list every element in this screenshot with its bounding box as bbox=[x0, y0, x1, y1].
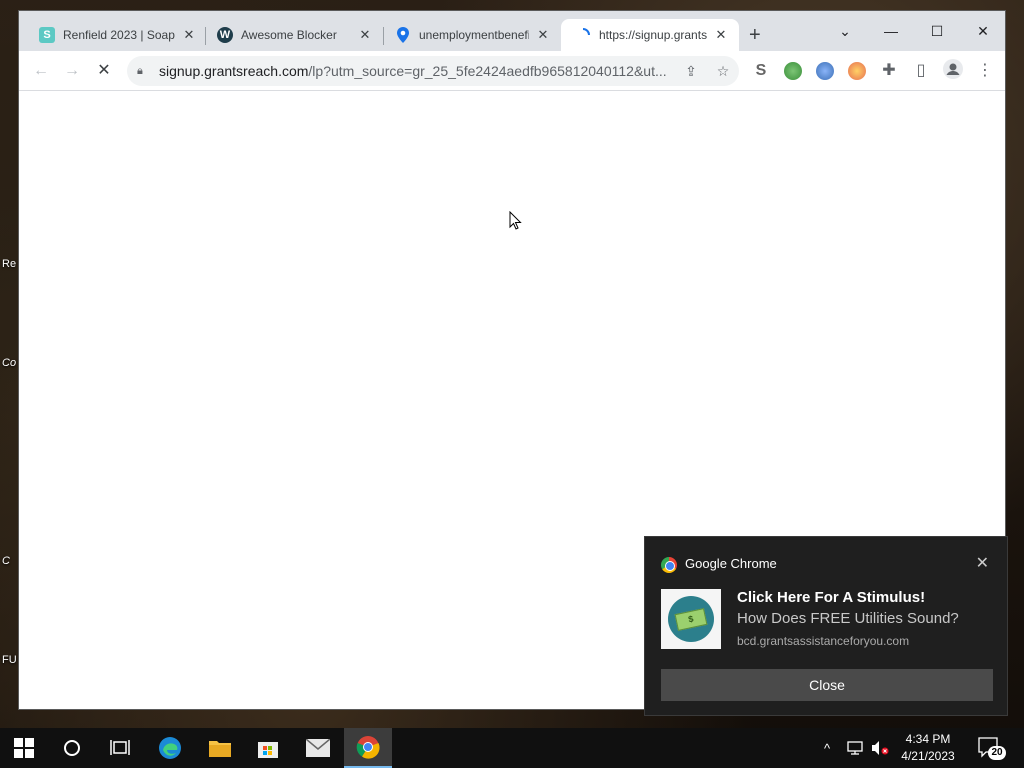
extensions-puzzle-icon[interactable]: ✚ bbox=[877, 59, 901, 83]
url-host: signup.grantsreach.com bbox=[159, 63, 309, 79]
profile-avatar-icon[interactable] bbox=[941, 59, 965, 83]
mail-icon[interactable] bbox=[294, 728, 342, 768]
tab-search-icon[interactable]: ⌄ bbox=[829, 17, 861, 45]
money-icon: $ bbox=[668, 596, 714, 642]
desktop-icon-label[interactable]: FU bbox=[2, 654, 17, 666]
tab-title: Awesome Blocker bbox=[241, 28, 337, 42]
url-text[interactable]: signup.grantsreach.com/lp?utm_source=gr_… bbox=[159, 63, 675, 79]
notification-image: $ bbox=[661, 589, 721, 649]
desktop-icon-label[interactable]: Re bbox=[2, 258, 16, 270]
notification-close-button[interactable]: Close bbox=[661, 669, 993, 701]
close-window-button[interactable]: ✕ bbox=[967, 17, 999, 45]
extension-s-icon[interactable]: S bbox=[749, 59, 773, 83]
extension-globe-icon[interactable] bbox=[784, 62, 802, 80]
extension-earth-icon[interactable] bbox=[816, 62, 834, 80]
notification-count-badge: 20 bbox=[991, 747, 1003, 758]
windows-start-icon[interactable] bbox=[0, 728, 48, 768]
show-hidden-icons-icon[interactable]: ^ bbox=[824, 728, 830, 768]
loading-spinner-icon bbox=[575, 27, 591, 43]
notification-source: bcd.grantsassistanceforyou.com bbox=[737, 634, 910, 648]
edge-browser-icon[interactable] bbox=[146, 728, 194, 768]
tab-title: Renfield 2023 | Soap2 bbox=[63, 28, 175, 42]
notification-headline[interactable]: Click Here For A Stimulus! bbox=[737, 589, 925, 606]
close-tab-icon[interactable]: ✕ bbox=[181, 27, 197, 43]
file-explorer-icon[interactable] bbox=[196, 728, 244, 768]
close-tab-icon[interactable]: ✕ bbox=[535, 27, 551, 43]
location-pin-icon bbox=[395, 27, 411, 43]
clock-date: 4/21/2023 bbox=[901, 749, 955, 763]
cortana-search-icon[interactable] bbox=[48, 728, 96, 768]
extension-orange-icon[interactable] bbox=[848, 62, 866, 80]
forward-arrow-icon[interactable]: → bbox=[60, 59, 84, 83]
browser-toolbar: ← → ✕ 🔒︎ signup.grantsreach.com/lp?utm_s… bbox=[19, 51, 1005, 91]
network-icon[interactable] bbox=[846, 728, 864, 768]
share-icon[interactable]: ⇪ bbox=[675, 63, 707, 80]
clock-time: 4:34 PM bbox=[905, 732, 951, 746]
taskbar: ^ 4:34 PM 4/21/2023 20 bbox=[0, 728, 1024, 768]
lock-icon[interactable]: 🔒︎ bbox=[137, 65, 151, 78]
tab-title: https://signup.grants bbox=[599, 28, 707, 42]
chrome-notification[interactable]: Google Chrome ✕ $ Click Here For A Stimu… bbox=[644, 536, 1008, 716]
tab-awesome-blocker[interactable]: W Awesome Blocker ✕ bbox=[203, 19, 383, 51]
maximize-button[interactable]: ☐ bbox=[921, 17, 953, 45]
awesome-blocker-icon: W bbox=[217, 27, 233, 43]
notification-body[interactable]: How Does FREE Utilities Sound? bbox=[737, 610, 959, 627]
tab-strip: S Renfield 2023 | Soap2 ✕ W Awesome Bloc… bbox=[19, 11, 1005, 51]
url-path: /lp?utm_source=gr_25_5fe2424aedfb9658120… bbox=[308, 63, 667, 79]
tab-renfield[interactable]: S Renfield 2023 | Soap2 ✕ bbox=[25, 19, 207, 51]
chrome-taskbar-icon[interactable] bbox=[344, 728, 392, 768]
back-arrow-icon[interactable]: ← bbox=[29, 59, 53, 83]
notification-app-name: Google Chrome bbox=[685, 556, 777, 571]
tab-title: unemploymentbenefi bbox=[419, 28, 529, 42]
chrome-icon bbox=[661, 557, 677, 573]
close-tab-icon[interactable]: ✕ bbox=[357, 27, 373, 43]
side-panel-icon[interactable]: ▯ bbox=[909, 59, 933, 83]
close-tab-icon[interactable]: ✕ bbox=[713, 27, 729, 43]
desktop-icon-label[interactable]: C bbox=[2, 555, 10, 567]
microsoft-store-icon[interactable] bbox=[244, 728, 292, 768]
address-bar[interactable]: 🔒︎ signup.grantsreach.com/lp?utm_source=… bbox=[127, 56, 739, 86]
close-icon[interactable]: ✕ bbox=[976, 553, 989, 573]
desktop-icon-label[interactable]: Co bbox=[2, 357, 16, 369]
volume-muted-icon[interactable] bbox=[870, 728, 890, 768]
soap2day-icon: S bbox=[39, 27, 55, 43]
task-view-icon[interactable] bbox=[96, 728, 144, 768]
action-center-icon[interactable]: 20 bbox=[978, 737, 1006, 766]
stop-loading-icon[interactable]: ✕ bbox=[92, 59, 116, 83]
mouse-cursor-icon bbox=[509, 210, 523, 236]
tab-unemployment[interactable]: unemploymentbenefi ✕ bbox=[381, 19, 561, 51]
minimize-button[interactable]: — bbox=[875, 17, 907, 45]
new-tab-button[interactable]: + bbox=[749, 25, 761, 45]
bookmark-star-icon[interactable]: ☆ bbox=[707, 63, 739, 80]
chrome-menu-icon[interactable]: ⋮ bbox=[973, 59, 997, 83]
system-clock[interactable]: 4:34 PM 4/21/2023 bbox=[890, 731, 966, 765]
tab-grantsreach-active[interactable]: https://signup.grants ✕ bbox=[561, 19, 739, 51]
